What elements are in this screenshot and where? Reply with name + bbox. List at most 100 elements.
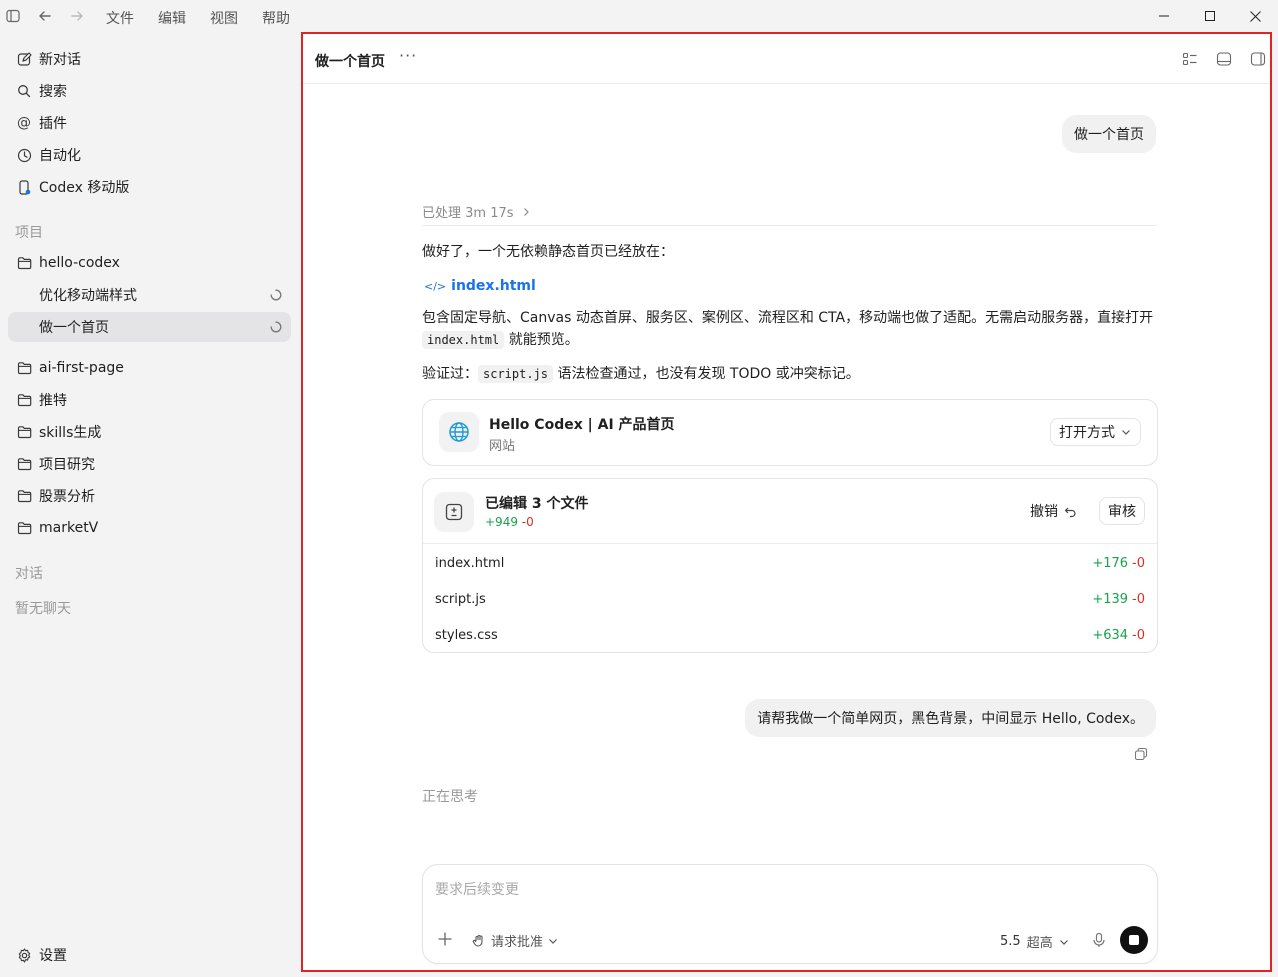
sidebar-item-automation[interactable]: 自动化 [8, 140, 291, 170]
verify-text: 语法检查通过，也没有发现 TODO 或冲突标记。 [557, 366, 860, 382]
open-with-label: 打开方式 [1059, 425, 1115, 441]
file-name: index.html [435, 555, 505, 571]
inline-code: script.js [478, 365, 554, 383]
model-version: 5.5 [1000, 934, 1021, 949]
project-research[interactable]: 项目研究 [8, 449, 291, 479]
settings-button[interactable]: 设置 [8, 940, 291, 970]
copy-icon[interactable] [1134, 747, 1148, 761]
thinking-status: 正在思考 [422, 789, 478, 805]
desc-tail: 就能预览。 [508, 332, 579, 348]
sidebar-toggle-icon[interactable] [6, 9, 20, 23]
project-marketv[interactable]: marketV [8, 513, 291, 543]
menu-file[interactable]: 文件 [106, 8, 134, 28]
forward-arrow-icon[interactable] [70, 9, 84, 23]
close-button[interactable] [1232, 0, 1278, 32]
chevron-down-icon [549, 938, 557, 944]
sidebar-item-label: 新对话 [39, 52, 81, 68]
chevron-right-icon [523, 207, 529, 216]
back-arrow-icon[interactable] [38, 9, 52, 23]
approval-mode-dropdown[interactable]: 请求批准 [472, 931, 559, 950]
clock-icon [16, 147, 32, 163]
file-additions: +634 [1092, 627, 1129, 643]
sidebar-item-codex-mobile[interactable]: Codex 移动版 [8, 172, 291, 202]
project-label: skills生成 [39, 425, 102, 441]
file-additions: +176 [1092, 555, 1129, 571]
menu-view[interactable]: 视图 [210, 8, 238, 28]
inline-code: index.html [422, 331, 505, 349]
checklist-icon[interactable] [1182, 51, 1198, 67]
chevron-down-icon [1059, 939, 1068, 945]
user-message-bubble: 请帮我做一个简单网页，黑色背景，中间显示 Hello, Codex。 [745, 699, 1156, 737]
reply-intro: 做好了，一个无依赖静态首页已经放在： [422, 244, 674, 260]
divider [422, 225, 1157, 226]
file-row[interactable]: script.js +139 -0 [423, 581, 1157, 617]
processed-text: 已处理 3m 17s [422, 206, 514, 221]
project-hello-codex[interactable]: hello-codex [8, 248, 291, 278]
hand-icon [472, 934, 483, 947]
file-deletions: -0 [1132, 591, 1145, 607]
project-twitter[interactable]: 推特 [8, 385, 291, 415]
message-input[interactable] [435, 879, 1135, 903]
project-skills[interactable]: skills生成 [8, 417, 291, 447]
stop-button[interactable] [1120, 926, 1148, 954]
desc-text: 包含固定导航、Canvas 动态首屏、服务区、案例区、流程区和 CTA，移动端也… [422, 310, 1154, 326]
file-link-index[interactable]: </> index.html [424, 278, 536, 294]
undo-button[interactable]: 撤销 [1030, 501, 1077, 521]
menu-help[interactable]: 帮助 [262, 8, 290, 28]
mobile-icon [16, 179, 32, 195]
file-row[interactable]: index.html +176 -0 [423, 545, 1157, 581]
terminal-panel-icon[interactable] [1216, 51, 1232, 67]
project-stock-analysis[interactable]: 股票分析 [8, 481, 291, 511]
settings-label: 设置 [39, 948, 67, 964]
edited-files-title: 已编辑 3 个文件 [485, 496, 589, 512]
projects-section-label: 项目 [15, 225, 43, 241]
project-ai-first-page[interactable]: ai-first-page [8, 353, 291, 383]
side-panel-icon[interactable] [1250, 51, 1266, 67]
globe-icon [439, 412, 479, 452]
sidebar-item-label: Codex 移动版 [39, 180, 130, 196]
model-selector[interactable]: 5.5 超高 [1000, 932, 1070, 951]
undo-icon [1064, 507, 1076, 517]
thread-optimize-mobile[interactable]: 优化移动端样式 [8, 280, 291, 310]
menu-edit[interactable]: 编辑 [158, 8, 186, 28]
site-preview-card[interactable]: Hello Codex | AI 产品首页 网站 打开方式 [422, 399, 1158, 466]
maximize-button[interactable] [1187, 0, 1233, 32]
file-link-text: index.html [451, 278, 536, 294]
edited-files-card: 已编辑 3 个文件 +949 -0 撤销 审核 index.html +176 … [422, 478, 1158, 653]
chat-header: 做一个首页 ··· [303, 34, 1270, 84]
diff-icon [434, 492, 474, 532]
deletions-count: -0 [521, 515, 534, 529]
edited-files-stats: +949 -0 [485, 515, 534, 529]
project-label: marketV [39, 520, 99, 536]
file-deletions: -0 [1132, 627, 1145, 643]
folder-icon [16, 488, 32, 504]
sidebar-item-search[interactable]: 搜索 [8, 76, 291, 106]
sidebar-item-label: 插件 [39, 116, 67, 132]
sidebar-item-new-chat[interactable]: 新对话 [8, 44, 291, 74]
thread-make-homepage[interactable]: 做一个首页 [8, 312, 291, 342]
project-label: 股票分析 [39, 489, 95, 505]
processed-toggle[interactable]: 已处理 3m 17s [422, 202, 532, 221]
reply-verify: 验证过： script.js 语法检查通过，也没有发现 TODO 或冲突标记。 [422, 363, 1157, 385]
open-with-button[interactable]: 打开方式 [1050, 418, 1141, 446]
folder-icon [16, 392, 32, 408]
sidebar-item-plugins[interactable]: @ 插件 [8, 108, 291, 138]
review-label: 审核 [1108, 504, 1136, 520]
review-button[interactable]: 审核 [1099, 497, 1145, 525]
folder-icon [16, 456, 32, 472]
microphone-icon[interactable] [1091, 932, 1107, 948]
more-options-button[interactable]: ··· [399, 46, 417, 65]
edit-icon [16, 51, 32, 67]
user-message-text: 做一个首页 [1074, 127, 1144, 143]
thread-label: 做一个首页 [39, 320, 109, 336]
minimize-button[interactable] [1141, 0, 1187, 32]
main-panel: 做一个首页 ··· 做一个首页 已处理 3m 17s 做好了，一个无依赖静态首页… [301, 32, 1272, 972]
file-name: styles.css [435, 627, 498, 643]
file-deletions: -0 [1132, 555, 1145, 571]
approval-mode-label: 请求批准 [491, 935, 544, 950]
stop-icon [1129, 935, 1139, 945]
folder-icon [16, 424, 32, 440]
file-row[interactable]: styles.css +634 -0 [423, 617, 1157, 653]
chats-section-label: 对话 [15, 566, 43, 582]
plus-icon[interactable] [437, 931, 453, 947]
